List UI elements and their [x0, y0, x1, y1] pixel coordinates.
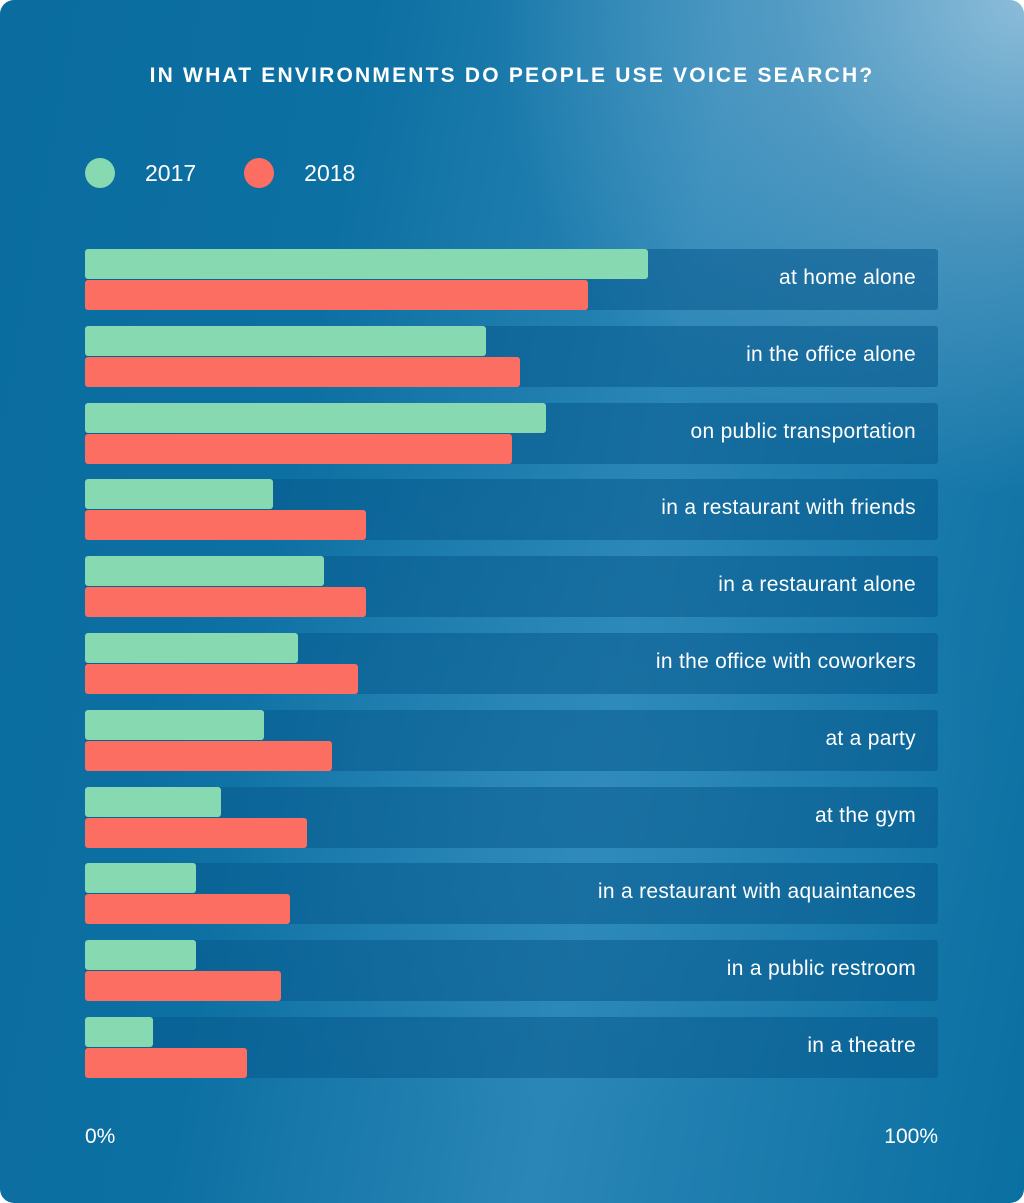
legend-swatch-2017 — [85, 158, 115, 188]
legend: 2017 2018 — [85, 158, 403, 188]
bar-2017 — [85, 786, 222, 817]
legend-item-2017: 2017 — [85, 158, 196, 188]
bar-row: in a theatre — [85, 1016, 938, 1078]
bar-2018 — [85, 356, 521, 387]
bar-2017 — [85, 863, 196, 894]
legend-swatch-2018 — [244, 158, 275, 188]
bar-2018 — [85, 1047, 248, 1078]
chart-title: IN WHAT ENVIRONMENTS DO PEOPLE USE VOICE… — [149, 64, 875, 87]
bar-row: at home alone — [85, 249, 938, 310]
bar-2017 — [85, 325, 486, 356]
bar-2017 — [85, 556, 324, 587]
bar-2018 — [85, 510, 367, 541]
category-label: in a restaurant with aquaintances — [597, 880, 916, 904]
category-label: in the office with coworkers — [655, 649, 916, 673]
category-label: in a public restroom — [726, 957, 916, 981]
bar-2018 — [85, 971, 282, 1002]
bar-2018 — [85, 663, 358, 694]
bar-row: in a restaurant alone — [85, 556, 938, 618]
category-label: in a restaurant alone — [718, 573, 916, 597]
bar-2017 — [85, 940, 196, 971]
bar-2018 — [85, 280, 589, 310]
legend-item-2018: 2018 — [244, 158, 355, 188]
category-label: in a restaurant with friends — [661, 496, 916, 520]
bar-2018 — [85, 740, 333, 771]
x-tick-min: 0% — [85, 1125, 116, 1148]
bar-2017 — [85, 1016, 154, 1047]
bar-2018 — [85, 433, 512, 464]
category-label: in a theatre — [807, 1033, 916, 1057]
bar-2017 — [85, 402, 546, 433]
bar-2017 — [85, 249, 648, 279]
bar-row: at a party — [85, 709, 938, 771]
bar-2017 — [85, 479, 273, 510]
bar-row: in a restaurant with friends — [85, 479, 938, 541]
category-label: at the gym — [814, 803, 916, 827]
legend-label-2018: 2018 — [304, 159, 356, 186]
bar-2018 — [85, 817, 307, 848]
category-label: at a party — [825, 726, 916, 750]
category-label: in the office alone — [746, 342, 916, 366]
category-label: at home alone — [779, 266, 916, 289]
bar-2018 — [85, 587, 367, 618]
bar-row: in the office with coworkers — [85, 632, 938, 694]
bar-2017 — [85, 709, 265, 740]
bar-row: in a public restroom — [85, 940, 938, 1002]
bar-row: on public transportation — [85, 402, 938, 464]
bar-2017 — [85, 632, 299, 663]
category-label: on public transportation — [690, 419, 916, 443]
legend-label-2017: 2017 — [145, 159, 197, 186]
chart-card: IN WHAT ENVIRONMENTS DO PEOPLE USE VOICE… — [0, 0, 1024, 1203]
bar-2018 — [85, 894, 290, 925]
bar-row: at the gym — [85, 786, 938, 848]
bar-rows: at home alone in the office alone on publi… — [85, 249, 938, 1094]
bar-row: in a restaurant with aquaintances — [85, 863, 938, 925]
bar-row: in the office alone — [85, 325, 938, 387]
x-tick-max: 100% — [884, 1125, 938, 1148]
